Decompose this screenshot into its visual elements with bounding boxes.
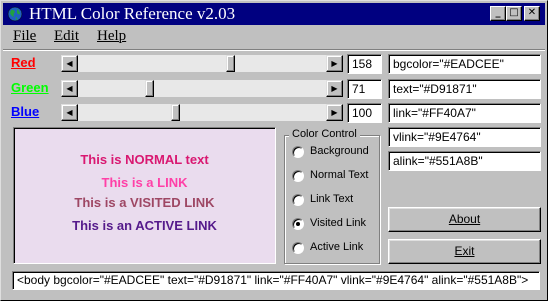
blue-value-field[interactable]: 100 [347, 103, 382, 123]
alink-color-field[interactable]: alink="#551A8B" [388, 151, 541, 171]
radio-button-icon[interactable] [292, 170, 304, 182]
green-slider-right-arrow-icon[interactable]: ▶ [326, 80, 343, 97]
radio-button-icon[interactable] [292, 218, 304, 230]
radio-label: Active Link [310, 241, 364, 253]
exit-button-label: Exit [454, 244, 475, 258]
menu-file[interactable]: File [13, 28, 36, 45]
menu-edit[interactable]: Edit [54, 28, 79, 45]
about-button-label: About [448, 212, 481, 226]
preview-normal-text: This is NORMAL text [80, 152, 209, 167]
text-color-field[interactable]: text="#D91871" [388, 79, 541, 99]
radio-button-icon[interactable] [292, 242, 304, 254]
preview-visited-link-text: This is a VISITED LINK [74, 195, 215, 210]
radio-button-icon[interactable] [292, 194, 304, 206]
radio-label: Link Text [310, 193, 354, 205]
red-value-field[interactable]: 158 [347, 54, 382, 74]
blue-slider-thumb[interactable] [171, 104, 181, 121]
color-preview-pane: This is NORMAL text This is a LINK This … [13, 127, 276, 264]
link-color-field[interactable]: link="#FF40A7" [388, 103, 541, 123]
minimize-button[interactable]: _ [490, 6, 506, 21]
body-tag-field[interactable]: <body bgcolor="#EADCEE" text="#D91871" l… [12, 271, 540, 290]
globe-icon [7, 6, 23, 22]
red-slider-thumb[interactable] [226, 55, 236, 72]
color-control-title: Color Control [289, 128, 360, 140]
exit-button[interactable]: Exit [388, 239, 541, 264]
red-label: Red [11, 55, 36, 70]
title-bar[interactable]: HTML Color Reference v2.03 _ □ ✕ [3, 3, 545, 25]
green-slider[interactable]: ◀ ▶ [61, 80, 343, 97]
about-button[interactable]: About [388, 207, 541, 232]
blue-slider-right-arrow-icon[interactable]: ▶ [326, 104, 343, 121]
blue-slider-left-arrow-icon[interactable]: ◀ [61, 104, 78, 121]
radio-label: Normal Text [310, 169, 369, 181]
red-slider-left-arrow-icon[interactable]: ◀ [61, 55, 78, 72]
red-slider[interactable]: ◀ ▶ [61, 55, 343, 72]
menu-help[interactable]: Help [97, 28, 126, 45]
bgcolor-field[interactable]: bgcolor="#EADCEE" [388, 54, 541, 74]
radio-label: Visited Link [310, 217, 367, 229]
app-window: HTML Color Reference v2.03 _ □ ✕ File Ed… [0, 0, 548, 301]
window-title: HTML Color Reference v2.03 [29, 4, 236, 23]
green-slider-thumb[interactable] [144, 80, 154, 97]
close-button[interactable]: ✕ [524, 6, 540, 21]
menu-bar: File Edit Help [3, 26, 545, 48]
radio-button-icon[interactable] [292, 146, 304, 158]
preview-link-text: This is a LINK [101, 175, 188, 190]
radio-label: Background [310, 145, 369, 157]
blue-label: Blue [11, 104, 40, 119]
vlink-color-field[interactable]: vlink="#9E4764" [388, 127, 541, 147]
maximize-button[interactable]: □ [506, 6, 522, 21]
green-value-field[interactable]: 71 [347, 79, 382, 99]
menu-divider [3, 49, 545, 51]
green-label: Green [11, 80, 49, 95]
green-slider-left-arrow-icon[interactable]: ◀ [61, 80, 78, 97]
preview-active-link-text: This is an ACTIVE LINK [72, 218, 217, 233]
red-slider-right-arrow-icon[interactable]: ▶ [326, 55, 343, 72]
blue-slider[interactable]: ◀ ▶ [61, 104, 343, 121]
